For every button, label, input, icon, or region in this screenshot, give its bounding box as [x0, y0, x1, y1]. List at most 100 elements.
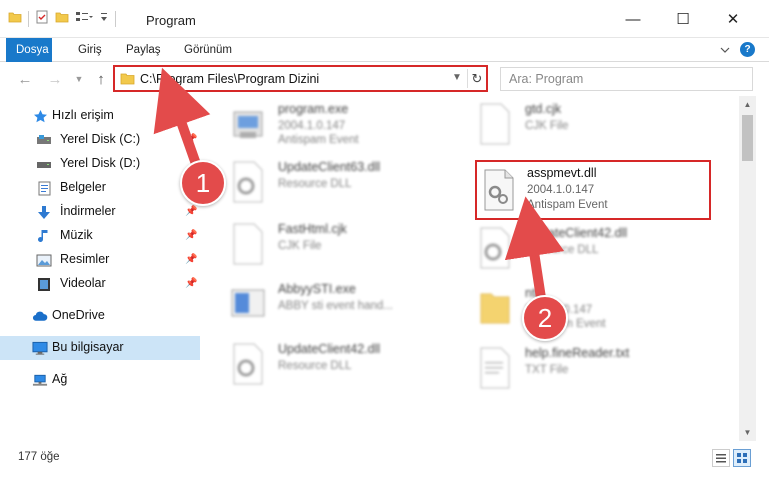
status-bar: 177 öğe [0, 444, 769, 474]
sidebar-item-label: Belgeler [60, 180, 106, 194]
address-bar[interactable]: C:\Program Files\Program Dizini ▼ ↻ [113, 65, 488, 92]
vertical-scrollbar[interactable]: ▲ ▼ [739, 96, 756, 441]
folder-file-icon [477, 286, 513, 330]
sidebar-item-music[interactable]: Müzik 📌 [0, 224, 200, 248]
refresh-icon[interactable]: ↻ [467, 69, 486, 88]
file-version: ABBY sti event hand... [278, 300, 393, 312]
title-bar: Program — ☐ ✕ [0, 0, 769, 38]
download-icon [36, 204, 52, 220]
sidebar-item-videos[interactable]: Videolar 📌 [0, 272, 200, 296]
file-item[interactable]: ntd 2004.1.0.147 Antispam Event [477, 280, 707, 338]
file-version: TXT File [525, 364, 569, 376]
sidebar-item-local-disk-c[interactable]: Yerel Disk (C:) 📌 [0, 128, 200, 152]
file-name: UpdateClient42.dll [525, 226, 628, 240]
search-placeholder: Ara: Program [509, 72, 584, 86]
window-title: Program [146, 13, 196, 28]
network-icon [32, 372, 48, 388]
dll-file-icon [477, 226, 513, 270]
scroll-down-icon[interactable]: ▼ [739, 424, 756, 441]
pictures-icon [36, 252, 52, 268]
cloud-icon [32, 308, 48, 324]
pin-icon[interactable]: 📌 [185, 230, 197, 241]
sidebar-item-documents[interactable]: Belgeler [0, 176, 200, 200]
tab-paylas[interactable]: Paylaş [126, 38, 161, 62]
properties-icon[interactable] [35, 10, 49, 27]
file-item[interactable]: UpdateClient63.dll Resource DLL [230, 154, 460, 212]
tiles-view-icon[interactable] [733, 449, 751, 467]
file-item[interactable]: AbbyySTI.exe ABBY sti event hand... [230, 276, 460, 334]
sidebar-item-quick-access[interactable]: Hızlı erişim [0, 104, 200, 128]
file-name: AbbyySTI.exe [278, 282, 356, 296]
file-item-asspmevt-dll[interactable]: asspmevt.dll 2004.1.0.147 Antispam Event [475, 160, 711, 220]
customize-toolbar-icon[interactable] [99, 11, 109, 26]
exe-file-icon [230, 282, 266, 326]
sidebar-item-onedrive[interactable]: OneDrive [0, 304, 200, 328]
dll-file-icon [230, 160, 266, 204]
sidebar-item-local-disk-d[interactable]: Yerel Disk (D:) [0, 152, 200, 176]
tab-giris[interactable]: Giriş [78, 38, 102, 62]
help-icon[interactable]: ? [740, 42, 755, 57]
file-name: UpdateClient63.dll [278, 160, 381, 174]
exe-file-icon [230, 102, 266, 146]
file-item[interactable]: help.fineReader.txt TXT File [477, 340, 707, 398]
step-badge-1: 1 [180, 160, 226, 206]
file-name: FastHtml.cjk [278, 222, 347, 236]
back-arrow-icon[interactable]: ← [14, 68, 36, 90]
sidebar-item-label: Ağ [52, 372, 68, 386]
file-version: CJK File [525, 120, 569, 132]
sidebar-item-pictures[interactable]: Resimler 📌 [0, 248, 200, 272]
file-item[interactable]: program.exe 2004.1.0.147 Antispam Event [230, 96, 460, 154]
navigation-bar: ← → ▼ ↑ C:\Program Files\Program Dizini … [0, 62, 769, 96]
file-item[interactable]: FastHtml.cjk CJK File [230, 216, 460, 274]
file-version: Resource DLL [278, 360, 352, 372]
quick-access-toolbar [8, 10, 116, 27]
file-name: UpdateClient42.dll [278, 342, 381, 356]
up-arrow-icon[interactable]: ↑ [90, 68, 112, 90]
chevron-down-icon[interactable] [720, 43, 730, 57]
close-button[interactable]: ✕ [710, 4, 756, 34]
sidebar-item-label: Resimler [60, 252, 110, 266]
address-path[interactable]: C:\Program Files\Program Dizini [140, 72, 319, 86]
scroll-up-icon[interactable]: ▲ [739, 96, 756, 113]
maximize-button[interactable]: ☐ [660, 4, 706, 34]
sidebar-item-label: Müzik [60, 228, 93, 242]
dll-file-icon [481, 168, 517, 212]
tab-gorunum[interactable]: Görünüm [184, 38, 232, 62]
file-item[interactable]: gtd.cjk CJK File [477, 96, 707, 154]
scroll-thumb[interactable] [742, 115, 753, 161]
file-name: gtd.cjk [525, 102, 562, 116]
file-icon [477, 102, 513, 146]
pin-icon[interactable]: 📌 [185, 254, 197, 265]
navigation-pane: Hızlı erişim Yerel Disk (C:) 📌 Yerel Dis… [0, 100, 205, 440]
details-view-icon[interactable] [712, 449, 730, 467]
file-icon [230, 222, 266, 266]
recent-locations-icon[interactable]: ▼ [68, 68, 90, 90]
drive-icon [36, 132, 52, 148]
file-version: 2004.1.0.147 [278, 120, 346, 132]
video-icon [36, 276, 52, 292]
dll-file-icon [230, 342, 266, 386]
sidebar-item-label: Videolar [60, 276, 106, 290]
pin-icon[interactable]: 📌 [185, 206, 197, 217]
pin-icon[interactable]: 📌 [185, 134, 197, 145]
minimize-button[interactable]: — [610, 4, 656, 34]
step-badge-2: 2 [522, 295, 568, 341]
music-icon [36, 228, 52, 244]
toolbar-divider [115, 10, 116, 27]
chevron-down-icon[interactable]: ▼ [452, 72, 462, 83]
forward-arrow-icon[interactable]: → [44, 68, 66, 90]
new-folder-icon[interactable] [55, 10, 69, 27]
sidebar-item-this-pc[interactable]: Bu bilgisayar [0, 336, 200, 360]
file-item[interactable]: UpdateClient42.dll Resource DLL [230, 336, 460, 394]
documents-icon [36, 180, 52, 196]
view-options-icon[interactable] [75, 10, 93, 27]
sidebar-item-network[interactable]: Ağ [0, 368, 200, 392]
file-description: Antispam Event [278, 134, 359, 146]
tab-dosya[interactable]: Dosya [6, 38, 52, 62]
file-version: Resource DLL [525, 244, 599, 256]
drive-icon [36, 156, 52, 172]
search-input[interactable]: Ara: Program [500, 67, 753, 91]
pin-icon[interactable]: 📌 [185, 278, 197, 289]
file-item[interactable]: UpdateClient42.dll Resource DLL [477, 220, 707, 278]
sidebar-item-downloads[interactable]: İndirmeler 📌 [0, 200, 200, 224]
